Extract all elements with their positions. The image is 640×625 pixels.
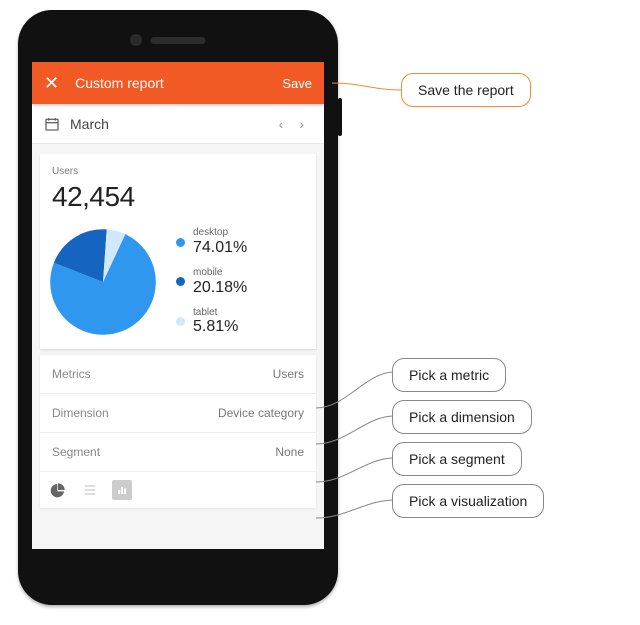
dimension-row-value: Device category bbox=[218, 406, 304, 420]
legend-value: 74.01% bbox=[193, 239, 247, 257]
metric-card: Users 42,454 desktop74.01% mobile20.18% ta… bbox=[40, 154, 316, 349]
callout-save: Save the report bbox=[401, 73, 531, 107]
legend-name: desktop bbox=[193, 227, 247, 239]
date-month: March bbox=[70, 116, 271, 132]
metrics-row-label: Metrics bbox=[52, 367, 91, 381]
pie-legend: desktop74.01% mobile20.18% tablet5.81% bbox=[176, 227, 247, 337]
segment-row[interactable]: Segment None bbox=[40, 433, 316, 471]
legend-value: 5.81% bbox=[193, 318, 238, 336]
settings-rows: Metrics Users Dimension Device category … bbox=[40, 355, 316, 471]
pie-chart-icon[interactable] bbox=[48, 480, 68, 500]
legend-item: desktop74.01% bbox=[176, 227, 247, 257]
chart-area: desktop74.01% mobile20.18% tablet5.81% bbox=[52, 227, 304, 337]
dimension-row[interactable]: Dimension Device category bbox=[40, 394, 316, 433]
connector-segment bbox=[316, 450, 394, 490]
segment-row-value: None bbox=[275, 445, 304, 459]
visualization-toolbar bbox=[40, 471, 316, 508]
date-selector[interactable]: March ‹ › bbox=[32, 104, 324, 144]
metrics-row[interactable]: Metrics Users bbox=[40, 355, 316, 394]
legend-item: tablet5.81% bbox=[176, 307, 247, 337]
legend-swatch bbox=[176, 277, 185, 286]
phone-speaker bbox=[151, 37, 206, 44]
save-button[interactable]: Save bbox=[282, 76, 312, 91]
legend-name: mobile bbox=[193, 267, 247, 279]
metric-value: 42,454 bbox=[52, 181, 304, 213]
phone-camera bbox=[130, 34, 142, 46]
page-title: Custom report bbox=[75, 75, 282, 91]
list-icon[interactable] bbox=[80, 480, 100, 500]
connector-save bbox=[332, 80, 402, 100]
legend-swatch bbox=[176, 317, 185, 326]
connector-viz bbox=[316, 490, 394, 530]
legend-swatch bbox=[176, 238, 185, 247]
prev-month-button[interactable]: ‹ bbox=[271, 112, 292, 136]
calendar-icon bbox=[44, 116, 60, 132]
app-bar: ✕ Custom report Save bbox=[32, 62, 324, 104]
segment-row-label: Segment bbox=[52, 445, 100, 459]
next-month-button[interactable]: › bbox=[291, 112, 312, 136]
callout-segment: Pick a segment bbox=[392, 442, 522, 476]
callout-metric: Pick a metric bbox=[392, 358, 506, 392]
close-icon[interactable]: ✕ bbox=[44, 74, 59, 92]
bar-chart-icon[interactable] bbox=[112, 480, 132, 500]
phone-frame: ✕ Custom report Save March ‹ › Users 42,… bbox=[18, 10, 338, 605]
dimension-row-label: Dimension bbox=[52, 406, 109, 420]
metric-label: Users bbox=[52, 166, 304, 177]
callout-dimension: Pick a dimension bbox=[392, 400, 532, 434]
legend-name: tablet bbox=[193, 307, 238, 319]
app-screen: ✕ Custom report Save March ‹ › Users 42,… bbox=[32, 62, 324, 549]
metrics-row-value: Users bbox=[273, 367, 304, 381]
legend-value: 20.18% bbox=[193, 279, 247, 297]
connector-dimension bbox=[316, 410, 394, 450]
legend-item: mobile20.18% bbox=[176, 267, 247, 297]
callout-viz: Pick a visualization bbox=[392, 484, 544, 518]
pie-chart bbox=[48, 227, 158, 337]
